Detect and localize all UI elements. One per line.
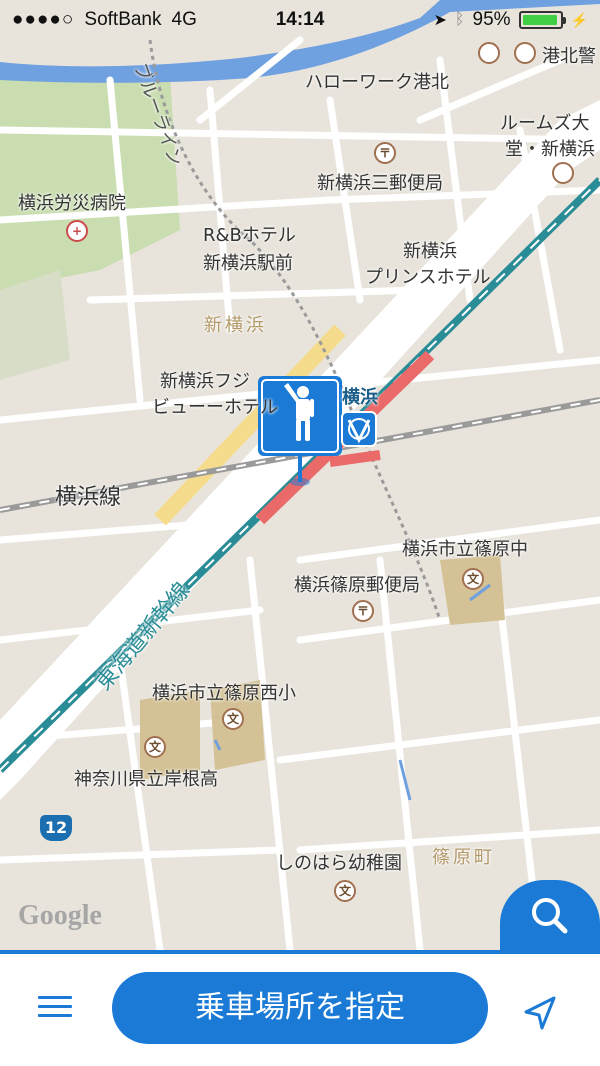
map-label-kindergarten: しのはら幼稚園 [276, 853, 402, 874]
map-label-shinohara-jhs: 横浜市立篠原中 [402, 539, 528, 560]
map-label-prince-hotel-2: プリンスホテル [365, 267, 491, 288]
map-label-station: 横浜 [342, 387, 378, 408]
map-label-hello-work: ハローワーク港北 [305, 72, 449, 93]
map-label-kohoku: 港北警 [542, 46, 596, 67]
google-logo: Google [18, 900, 102, 931]
post-office-icon: 〒 [374, 142, 396, 164]
map-label-fuji-hotel-2: ビューーホテル [152, 397, 278, 418]
search-button[interactable] [500, 880, 600, 954]
map-label-yokohama-line: 横浜線 [55, 485, 122, 510]
map-label-shinohara-west: 横浜市立篠原西小 [152, 683, 296, 704]
map-label-rb-hotel: R&Bホテル [203, 225, 296, 246]
subway-station-icon [341, 411, 377, 447]
map-label-rosai-hospital: 横浜労災病院 [18, 193, 126, 214]
magnifier-icon [532, 898, 568, 934]
hotel-icon [552, 162, 574, 184]
map-label-roomz: ルームズ大 [500, 113, 590, 134]
police-icon [478, 42, 500, 64]
map-label-shinyokohama-area: 新横浜 [204, 315, 267, 336]
status-bar: ●●●●○ SoftBank 4G 14:14 ➤ ᛒ 95% ⚡ [0, 0, 600, 40]
bluetooth-icon: ᛒ [454, 11, 465, 28]
location-arrow-icon: ➤ [433, 12, 447, 29]
school-ground-shinohara-jhs [440, 555, 505, 625]
battery-icon [518, 11, 566, 29]
navigation-arrow-icon[interactable] [520, 994, 560, 1034]
hospital-icon: + [66, 220, 88, 242]
school-icon-kishine: 文 [144, 736, 166, 758]
school-icon-shinohara-jhs: 文 [462, 568, 484, 590]
post-office-icon: 〒 [352, 600, 374, 622]
school-icon-shinohara-west: 文 [222, 708, 244, 730]
police-box-icon [514, 42, 536, 64]
map-label-shinohara-town: 篠原町 [432, 847, 495, 868]
map-label-post-office: 新横浜三郵便局 [317, 173, 443, 194]
set-pickup-location-button[interactable]: 乗車場所を指定 [112, 972, 488, 1044]
route-12-badge: 12 [40, 815, 72, 841]
bottom-bar: 乗車場所を指定 [0, 950, 600, 1066]
map-label-roomz-2: 堂・新横浜 [505, 139, 595, 160]
battery-percent: 95% [472, 9, 511, 30]
hamburger-menu-icon[interactable] [38, 996, 72, 1022]
map-label-fuji-hotel: 新横浜フジ [160, 371, 250, 392]
map-label-rb-hotel-2: 新横浜駅前 [203, 253, 293, 274]
charging-icon: ⚡ [570, 11, 588, 28]
map-label-kishine-hs: 神奈川県立岸根高 [74, 769, 218, 790]
map-label-prince-hotel: 新横浜 [403, 241, 457, 262]
map-label-shinohara-post: 横浜篠原郵便局 [294, 575, 420, 596]
school-icon-kindergarten: 文 [334, 880, 356, 902]
